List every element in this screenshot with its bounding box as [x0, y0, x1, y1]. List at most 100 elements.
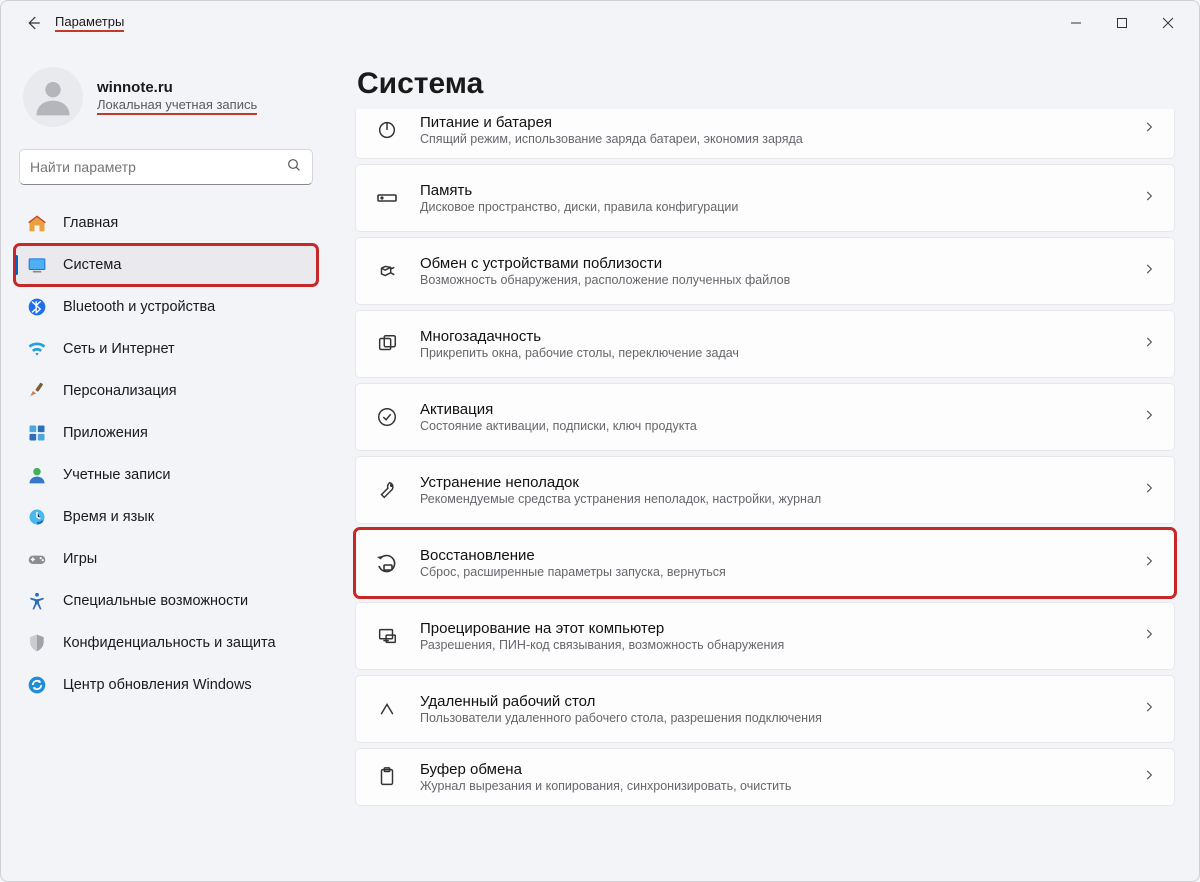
sidebar-item-gaming[interactable]: Игры: [15, 539, 317, 579]
sidebar-item-network[interactable]: Сеть и Интернет: [15, 329, 317, 369]
panel-subtitle: Журнал вырезания и копирования, синхрони…: [420, 779, 1122, 793]
activation-icon: [374, 404, 400, 430]
sidebar-item-personalize[interactable]: Персонализация: [15, 371, 317, 411]
remote-icon: [374, 696, 400, 722]
sidebar-item-apps[interactable]: Приложения: [15, 413, 317, 453]
panel-recovery[interactable]: ВосстановлениеСброс, расширенные парамет…: [355, 529, 1175, 597]
sidebar-item-label: Учетные записи: [63, 467, 171, 483]
chevron-right-icon: [1142, 627, 1156, 646]
panel-power[interactable]: Питание и батареяСпящий режим, использов…: [355, 109, 1175, 159]
chevron-right-icon: [1142, 189, 1156, 208]
account-name: winnote.ru: [97, 79, 257, 96]
window-title: Параметры: [55, 14, 124, 32]
time-icon: [27, 507, 47, 527]
sidebar-item-home[interactable]: Главная: [15, 203, 317, 243]
panel-subtitle: Дисковое пространство, диски, правила ко…: [420, 200, 1122, 214]
home-icon: [27, 213, 47, 233]
titlebar: Параметры: [1, 1, 1199, 45]
panel-title: Многозадачность: [420, 328, 1122, 345]
storage-icon: [374, 185, 400, 211]
page-title: Система: [357, 67, 1175, 101]
sidebar-item-time[interactable]: Время и язык: [15, 497, 317, 537]
search-box[interactable]: [19, 149, 313, 185]
sidebar-item-update[interactable]: Центр обновления Windows: [15, 665, 317, 705]
sidebar-item-privacy[interactable]: Конфиденциальность и защита: [15, 623, 317, 663]
search-icon: [286, 157, 302, 178]
panel-remote[interactable]: Удаленный рабочий столПользователи удале…: [355, 675, 1175, 743]
privacy-icon: [27, 633, 47, 653]
panel-project[interactable]: Проецирование на этот компьютерРазрешени…: [355, 602, 1175, 670]
panel-title: Память: [420, 182, 1122, 199]
chevron-right-icon: [1142, 768, 1156, 787]
project-icon: [374, 623, 400, 649]
personalize-icon: [27, 381, 47, 401]
chevron-right-icon: [1142, 700, 1156, 719]
panel-title: Буфер обмена: [420, 761, 1122, 778]
chevron-right-icon: [1142, 481, 1156, 500]
gaming-icon: [27, 549, 47, 569]
chevron-right-icon: [1142, 262, 1156, 281]
body: winnote.ru Локальная учетная запись Глав…: [1, 45, 1199, 881]
window-controls: [1053, 7, 1191, 39]
sidebar-item-label: Главная: [63, 215, 118, 231]
minimize-button[interactable]: [1053, 7, 1099, 39]
panel-share[interactable]: Обмен с устройствами поблизостиВозможнос…: [355, 237, 1175, 305]
accounts-icon: [27, 465, 47, 485]
search-input[interactable]: [30, 159, 286, 175]
sidebar-item-label: Bluetooth и устройства: [63, 299, 215, 315]
bluetooth-icon: [27, 297, 47, 317]
sidebar-item-label: Система: [63, 257, 121, 273]
sidebar-item-accessibility[interactable]: Специальные возможности: [15, 581, 317, 621]
apps-icon: [27, 423, 47, 443]
sidebar-item-label: Центр обновления Windows: [63, 677, 252, 693]
panel-troubleshoot[interactable]: Устранение неполадокРекомендуемые средст…: [355, 456, 1175, 524]
system-icon: [27, 255, 47, 275]
panel-subtitle: Прикрепить окна, рабочие столы, переключ…: [420, 346, 1122, 360]
maximize-button[interactable]: [1099, 7, 1145, 39]
chevron-right-icon: [1142, 120, 1156, 139]
panel-storage[interactable]: ПамятьДисковое пространство, диски, прав…: [355, 164, 1175, 232]
sidebar-item-label: Сеть и Интернет: [63, 341, 175, 357]
panel-title: Питание и батарея: [420, 114, 1122, 131]
settings-window: Параметры winnote.ru Локальная учетная з…: [0, 0, 1200, 882]
panel-activation[interactable]: АктивацияСостояние активации, подписки, …: [355, 383, 1175, 451]
panel-subtitle: Возможность обнаружения, расположение по…: [420, 273, 1122, 287]
recovery-icon: [374, 550, 400, 576]
power-icon: [374, 117, 400, 143]
panel-clipboard[interactable]: Буфер обменаЖурнал вырезания и копирован…: [355, 748, 1175, 806]
sidebar-item-label: Конфиденциальность и защита: [63, 635, 276, 651]
sidebar-nav: Главная Система Bluetooth и устройства Сеть…: [15, 203, 317, 705]
panel-title: Активация: [420, 401, 1122, 418]
panel-subtitle: Сброс, расширенные параметры запуска, ве…: [420, 565, 1122, 579]
panel-subtitle: Пользователи удаленного рабочего стола, …: [420, 711, 1122, 725]
sidebar-item-bluetooth[interactable]: Bluetooth и устройства: [15, 287, 317, 327]
panel-subtitle: Разрешения, ПИН-код связывания, возможно…: [420, 638, 1122, 652]
panel-subtitle: Состояние активации, подписки, ключ прод…: [420, 419, 1122, 433]
sidebar-item-label: Игры: [63, 551, 97, 567]
sidebar-item-label: Время и язык: [63, 509, 154, 525]
clipboard-icon: [374, 764, 400, 790]
network-icon: [27, 339, 47, 359]
sidebar-item-accounts[interactable]: Учетные записи: [15, 455, 317, 495]
panel-title: Устранение неполадок: [420, 474, 1122, 491]
update-icon: [27, 675, 47, 695]
account-block[interactable]: winnote.ru Локальная учетная запись: [15, 63, 317, 145]
panel-multitask[interactable]: МногозадачностьПрикрепить окна, рабочие …: [355, 310, 1175, 378]
chevron-right-icon: [1142, 408, 1156, 427]
panel-list: Питание и батареяСпящий режим, использов…: [355, 109, 1175, 806]
multitask-icon: [374, 331, 400, 357]
panel-title: Проецирование на этот компьютер: [420, 620, 1122, 637]
panel-title: Восстановление: [420, 547, 1122, 564]
panel-subtitle: Рекомендуемые средства устранения непола…: [420, 492, 1122, 506]
avatar: [23, 67, 83, 127]
back-button[interactable]: [19, 9, 47, 37]
sidebar-item-label: Персонализация: [63, 383, 177, 399]
main-content: Система Питание и батареяСпящий режим, и…: [331, 45, 1199, 881]
chevron-right-icon: [1142, 335, 1156, 354]
sidebar: winnote.ru Локальная учетная запись Глав…: [1, 45, 331, 881]
troubleshoot-icon: [374, 477, 400, 503]
chevron-right-icon: [1142, 554, 1156, 573]
close-button[interactable]: [1145, 7, 1191, 39]
sidebar-item-system[interactable]: Система: [15, 245, 317, 285]
accessibility-icon: [27, 591, 47, 611]
